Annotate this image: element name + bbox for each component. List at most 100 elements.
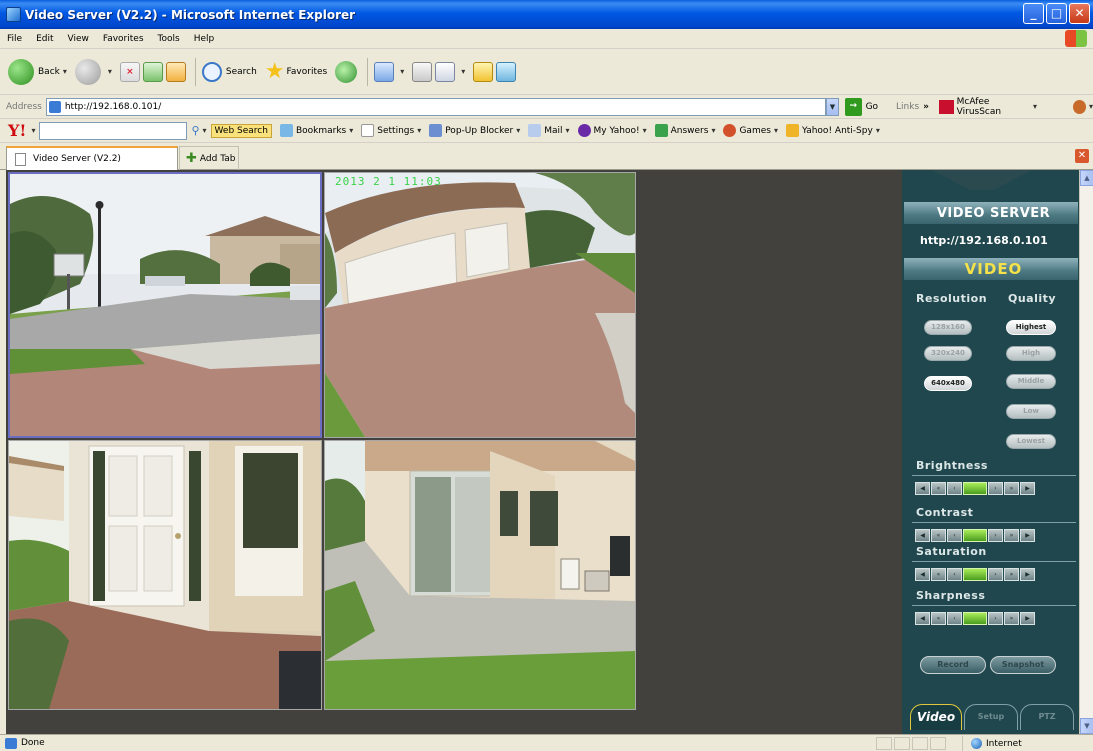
links-more-icon[interactable]: » (923, 102, 929, 112)
refresh-icon[interactable] (142, 61, 163, 82)
record-button[interactable]: Record (920, 656, 986, 674)
stepper-decrease-button[interactable]: ‹ (947, 482, 962, 495)
stepper-current-value[interactable] (963, 482, 987, 495)
address-input[interactable] (45, 97, 826, 116)
stepper-increase-button[interactable]: ▶ (1020, 482, 1035, 495)
stepper-increase-button[interactable]: › (988, 568, 1003, 581)
menu-view[interactable]: View (61, 34, 96, 44)
tab-ptz[interactable]: PTZ (1020, 704, 1074, 730)
scroll-down-icon[interactable]: ▼ (1080, 718, 1093, 734)
mcafee-button[interactable]: McAfee VirusScan ▾ (939, 97, 1037, 117)
menu-tools[interactable]: Tools (151, 34, 187, 44)
stepper-increase-button[interactable]: › (988, 612, 1003, 625)
vertical-scrollbar[interactable]: ▲ ▼ (1079, 170, 1093, 734)
stepper-current-value[interactable] (963, 612, 987, 625)
search-button[interactable]: Search (201, 61, 257, 82)
resolution-128x160-button[interactable]: 128x160 (924, 320, 972, 335)
menu-edit[interactable]: Edit (29, 34, 60, 44)
stepper-current-value[interactable] (963, 568, 987, 581)
my-yahoo-link[interactable]: My Yahoo! ▾ (577, 124, 647, 137)
chevron-down-icon[interactable]: ▾ (63, 67, 67, 76)
resolution-640x480-button[interactable]: 640x480 (924, 376, 972, 391)
web-search-button[interactable]: Web Search (210, 123, 272, 138)
menu-favorites[interactable]: Favorites (96, 34, 151, 44)
bookmarks-button[interactable]: Bookmarks ▾ (279, 124, 353, 137)
links-label[interactable]: Links (896, 102, 919, 112)
stepper-decrease-button[interactable]: ‹ (947, 612, 962, 625)
edit-button[interactable]: ▾ (435, 61, 465, 82)
stepper-decrease-button[interactable]: ◀ (915, 529, 930, 542)
stepper-increase-button[interactable]: › (988, 529, 1003, 542)
brightness-stepper[interactable]: ◀ «‹ ›» ▶ (915, 482, 1035, 495)
stepper-decrease-button[interactable]: « (931, 529, 946, 542)
stepper-decrease-button[interactable]: ‹ (947, 529, 962, 542)
stepper-increase-button[interactable]: ▶ (1020, 529, 1035, 542)
games-link[interactable]: Games ▾ (723, 124, 778, 137)
stepper-decrease-button[interactable]: ◀ (915, 482, 930, 495)
quality-highest-button[interactable]: Highest (1006, 320, 1056, 335)
popup-blocker-button[interactable]: Pop-Up Blocker ▾ (429, 124, 520, 137)
chevron-down-icon[interactable]: ▾ (1033, 102, 1037, 111)
quality-lowest-button[interactable]: Lowest (1006, 434, 1056, 449)
forward-button[interactable]: ▾ (74, 58, 112, 85)
saturation-stepper[interactable]: ◀ «‹ ›» ▶ (915, 568, 1035, 581)
stepper-increase-button[interactable]: » (1004, 529, 1019, 542)
scroll-up-icon[interactable]: ▲ (1080, 170, 1093, 186)
quality-middle-button[interactable]: Middle (1006, 374, 1056, 389)
go-button[interactable]: Go (866, 102, 878, 112)
menu-file[interactable]: File (0, 34, 29, 44)
chevron-down-icon[interactable]: ▾ (400, 67, 404, 76)
close-tab-icon[interactable]: ✕ (1075, 149, 1089, 163)
answers-link[interactable]: Answers ▾ (654, 124, 715, 137)
stepper-decrease-button[interactable]: ‹ (947, 568, 962, 581)
snapshot-button[interactable]: Snapshot (990, 656, 1056, 674)
go-arrow-icon[interactable]: → (844, 97, 862, 116)
chevron-down-icon[interactable]: ▾ (203, 126, 207, 135)
contrast-stepper[interactable]: ◀ «‹ ›» ▶ (915, 529, 1035, 542)
stepper-increase-button[interactable]: ▶ (1020, 612, 1035, 625)
stepper-current-value[interactable] (963, 529, 987, 542)
folder-icon[interactable] (473, 61, 494, 82)
stepper-decrease-button[interactable]: « (931, 612, 946, 625)
minimize-icon[interactable]: _ (1023, 3, 1044, 24)
yahoo-logo[interactable]: Y! (8, 121, 26, 140)
addon-icon[interactable] (1073, 99, 1086, 114)
menu-help[interactable]: Help (187, 34, 222, 44)
stepper-decrease-button[interactable]: « (931, 568, 946, 581)
history-icon[interactable] (335, 60, 358, 83)
stepper-increase-button[interactable]: » (1004, 568, 1019, 581)
camera-view-2[interactable]: 2013 2 1 11:03 (324, 172, 636, 438)
maximize-icon[interactable]: □ (1046, 3, 1067, 24)
stepper-decrease-button[interactable]: ◀ (915, 568, 930, 581)
stepper-increase-button[interactable]: » (1004, 612, 1019, 625)
stepper-increase-button[interactable]: › (988, 482, 1003, 495)
stop-icon[interactable]: × (119, 61, 140, 82)
chevron-down-icon[interactable]: ▾ (108, 67, 112, 76)
settings-button[interactable]: Settings ▾ (361, 124, 421, 137)
camera-view-1[interactable] (8, 172, 322, 438)
stepper-increase-button[interactable]: » (1004, 482, 1019, 495)
chevron-down-icon[interactable]: ▾ (1089, 102, 1093, 111)
tab-setup[interactable]: Setup (964, 704, 1018, 730)
mail-button[interactable]: ▾ (374, 61, 404, 82)
stepper-decrease-button[interactable]: « (931, 482, 946, 495)
resolution-320x240-button[interactable]: 320x240 (924, 346, 972, 361)
search-icon[interactable]: ⚲ (191, 124, 199, 137)
tab-video-server[interactable]: Video Server (V2.2) (6, 146, 178, 170)
address-dropdown-icon[interactable]: ▼ (825, 97, 839, 116)
mail-link[interactable]: Mail ▾ (528, 124, 570, 137)
tab-video[interactable]: Video (910, 704, 962, 730)
home-icon[interactable] (165, 61, 186, 82)
sharpness-stepper[interactable]: ◀ «‹ ›» ▶ (915, 612, 1035, 625)
back-button[interactable]: Back ▾ (8, 58, 67, 85)
add-tab-button[interactable]: ✚ Add Tab (179, 146, 239, 170)
camera-view-4[interactable] (324, 440, 636, 710)
quality-high-button[interactable]: High (1006, 346, 1056, 361)
messenger-icon[interactable] (496, 61, 517, 82)
chevron-down-icon[interactable]: ▾ (31, 126, 35, 135)
chevron-down-icon[interactable]: ▾ (461, 67, 465, 76)
stepper-increase-button[interactable]: ▶ (1020, 568, 1035, 581)
camera-view-3[interactable] (8, 440, 322, 710)
print-icon[interactable] (412, 61, 433, 82)
antispy-link[interactable]: Yahoo! Anti-Spy ▾ (785, 124, 880, 137)
